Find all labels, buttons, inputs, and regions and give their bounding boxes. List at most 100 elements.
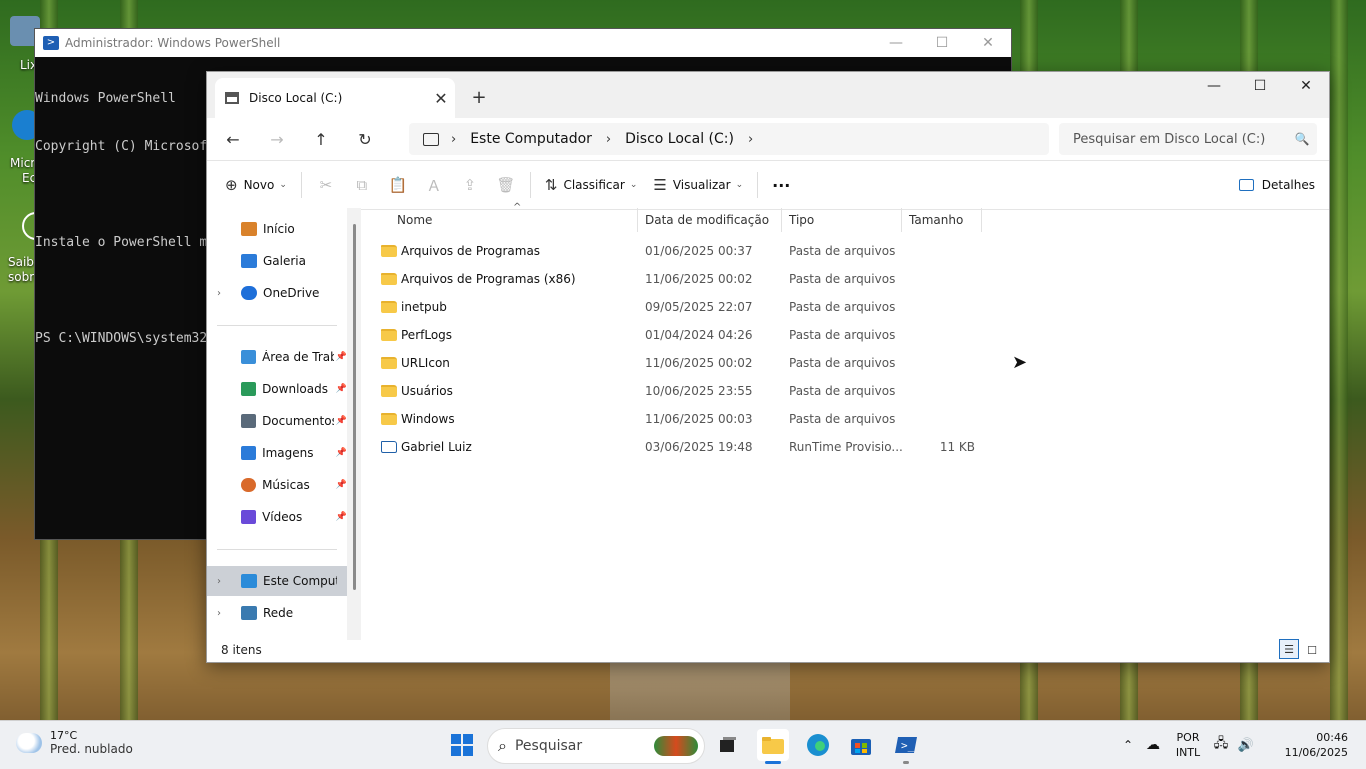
cloud-offline-icon[interactable]: ☁ [1138, 737, 1168, 753]
more-options-button[interactable]: ··· [764, 169, 798, 201]
new-tab-button[interactable]: + [465, 84, 493, 112]
tiles-view-icon[interactable]: ☐ [1303, 641, 1321, 659]
sidebar-item-downloads[interactable]: Downloads 📌 [207, 374, 347, 404]
column-divider[interactable] [901, 208, 902, 232]
store-taskbar-button[interactable] [845, 729, 877, 761]
delete-icon[interactable]: 🗑 [488, 169, 524, 201]
sidebar-item-onedrive[interactable]: › OneDrive [207, 278, 347, 308]
new-button[interactable]: ⊕ Novo ⌄ [217, 169, 295, 201]
file-name: Usuários [401, 384, 453, 398]
navigation-pane: Início Galeria › OneDrive Área de Trabal… [207, 208, 361, 640]
chevron-up-icon[interactable]: ⌃ [1118, 738, 1138, 752]
rename-icon[interactable]: Ａ [416, 169, 452, 201]
sidebar-scrollbar[interactable] [347, 208, 361, 640]
column-header-name[interactable]: Nome [397, 208, 432, 232]
weather-widget[interactable]: 17°C Pred. nublado [16, 729, 133, 756]
file-row[interactable]: URLIcon 11/06/2025 00:02 Pasta de arquiv… [381, 349, 981, 377]
file-explorer-taskbar-button[interactable] [757, 729, 789, 761]
sidebar-item-area-de-trabalho[interactable]: Área de Trabalho 📌 [207, 342, 347, 372]
sidebar-item-este-computador[interactable]: › Este Computador [207, 566, 347, 596]
volume-icon[interactable]: 🔊 [1234, 738, 1258, 753]
sort-button[interactable]: ⇅ Classificar ⌄ [537, 169, 645, 201]
file-row[interactable]: PerfLogs 01/04/2024 04:26 Pasta de arqui… [381, 321, 981, 349]
column-divider[interactable] [637, 208, 638, 232]
tab-disco-local[interactable]: Disco Local (C:) ✕ [215, 78, 455, 118]
start-button[interactable] [446, 729, 478, 761]
network-icon[interactable]: 🖧 [1208, 734, 1234, 756]
details-view-icon[interactable]: ☰ [1279, 639, 1299, 659]
file-row[interactable]: Windows 11/06/2025 00:03 Pasta de arquiv… [381, 405, 981, 433]
chevron-right-icon[interactable]: › [217, 608, 231, 619]
file-row[interactable]: Arquivos de Programas (x86) 11/06/2025 0… [381, 265, 981, 293]
close-button[interactable]: ✕ [1283, 72, 1329, 100]
taskbar-search[interactable]: ⌕ Pesquisar [487, 728, 705, 764]
file-name: Windows [401, 412, 455, 426]
clock[interactable]: 00:46 11/06/2025 [1258, 730, 1348, 760]
maximize-button[interactable]: ☐ [919, 29, 965, 57]
details-pane-icon [1238, 179, 1254, 191]
divider [300, 172, 302, 198]
forward-button[interactable]: → [259, 123, 295, 155]
sidebar-item-label: Galeria [263, 254, 306, 268]
file-type: Pasta de arquivos [789, 356, 896, 370]
up-button[interactable]: ↑ [303, 123, 339, 155]
sidebar-item-videos[interactable]: Vídeos 📌 [207, 502, 347, 532]
chevron-right-icon[interactable]: › [217, 576, 231, 587]
copy-icon[interactable]: ⧉ [344, 169, 380, 201]
breadcrumb-separator[interactable]: › [606, 132, 611, 147]
breadcrumb-este-computador[interactable]: Este Computador [470, 131, 592, 147]
file-row[interactable]: Usuários 10/06/2025 23:55 Pasta de arqui… [381, 377, 981, 405]
sidebar-item-documentos[interactable]: Documentos 📌 [207, 406, 347, 436]
view-list-icon: ☰ [653, 176, 667, 194]
close-button[interactable]: ✕ [965, 29, 1011, 57]
cut-icon[interactable]: ✂ [308, 169, 344, 201]
tab-close-icon[interactable]: ✕ [427, 89, 455, 108]
paste-icon[interactable]: 📋 [380, 169, 416, 201]
breadcrumb-separator[interactable]: › [451, 132, 456, 147]
minimize-button[interactable]: — [873, 29, 919, 57]
breadcrumb-separator[interactable]: › [748, 132, 753, 147]
column-divider[interactable] [981, 208, 982, 232]
taskbar: 17°C Pred. nublado ⌕ Pesquisar >_ ⌃ ☁ PO… [0, 720, 1366, 769]
powershell-taskbar-button[interactable]: >_ [890, 729, 922, 761]
file-size: 11 KB [939, 440, 975, 454]
column-header-date[interactable]: Data de modificação [645, 208, 769, 232]
sidebar-item-imagens[interactable]: Imagens 📌 [207, 438, 347, 468]
search-input[interactable]: Pesquisar em Disco Local (C:) [1073, 132, 1287, 147]
sidebar-item-rede[interactable]: › Rede [207, 598, 347, 628]
column-divider[interactable] [781, 208, 782, 232]
column-header-type[interactable]: Tipo [789, 208, 814, 232]
search-box[interactable]: Pesquisar em Disco Local (C:) 🔍 [1059, 123, 1317, 155]
column-header-size[interactable]: Tamanho [909, 208, 963, 232]
view-button[interactable]: ☰ Visualizar ⌄ [645, 169, 751, 201]
sidebar-item-label: Início [263, 222, 295, 236]
address-bar[interactable]: › Este Computador › Disco Local (C:) › [409, 123, 1049, 155]
file-row[interactable]: inetpub 09/05/2025 22:07 Pasta de arquiv… [381, 293, 981, 321]
details-button[interactable]: Detalhes [1238, 169, 1315, 201]
file-explorer-window[interactable]: Disco Local (C:) ✕ + — ☐ ✕ ← → ↑ ↻ › Est… [206, 71, 1330, 663]
sidebar-item-musicas[interactable]: Músicas 📌 [207, 470, 347, 500]
maximize-button[interactable]: ☐ [1237, 72, 1283, 100]
tab-bar: Disco Local (C:) ✕ + — ☐ ✕ [207, 72, 1329, 118]
sidebar-item-label: Vídeos [262, 510, 303, 524]
edge-taskbar-button[interactable] [802, 729, 834, 761]
language-indicator[interactable]: POR INTL [1168, 730, 1208, 760]
chevron-right-icon[interactable]: › [217, 288, 231, 299]
taskbar-search-input[interactable]: Pesquisar [515, 738, 654, 754]
breadcrumb-disco-local[interactable]: Disco Local (C:) [625, 131, 734, 147]
file-type: Pasta de arquivos [789, 384, 896, 398]
back-button[interactable]: ← [215, 123, 251, 155]
plus-circle-icon: ⊕ [225, 176, 238, 194]
sidebar-item-galeria[interactable]: Galeria [207, 246, 347, 276]
desktop-label: Micr [10, 156, 36, 170]
share-icon[interactable]: ⇪ [452, 169, 488, 201]
wallpaper-bamboo [1330, 0, 1348, 720]
file-row[interactable]: Gabriel Luiz 03/06/2025 19:48 RunTime Pr… [381, 433, 981, 461]
file-row[interactable]: Arquivos de Programas 01/06/2025 00:37 P… [381, 237, 981, 265]
refresh-button[interactable]: ↻ [347, 123, 383, 155]
minimize-button[interactable]: — [1191, 72, 1237, 100]
task-view-button[interactable] [712, 729, 744, 761]
sidebar-item-inicio[interactable]: Início [207, 214, 347, 244]
scrollbar-thumb[interactable] [353, 224, 356, 590]
powershell-titlebar[interactable]: > Administrador: Windows PowerShell — ☐ … [35, 29, 1011, 57]
